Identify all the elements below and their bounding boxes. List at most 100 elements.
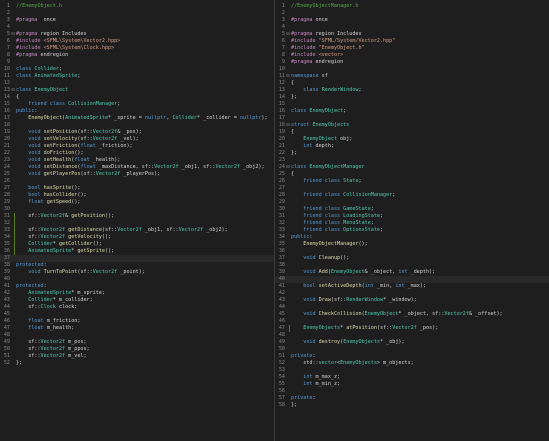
code-line[interactable]: 46 float m_friction; [0, 318, 274, 325]
code-line[interactable]: 33 friend class OptionsState; [275, 227, 549, 234]
code-line[interactable]: 45 [0, 311, 274, 318]
code-line[interactable]: 10 class Collider; [0, 66, 274, 73]
code-line[interactable]: 7 #include "EnemyObject.h" [275, 45, 549, 52]
fold-toggle-icon[interactable]: ⊟ [11, 31, 15, 38]
code-line[interactable]: 39 void Add(EnemyObject& _object, int _d… [275, 269, 549, 276]
code-line[interactable]: 21 void setFriction(float _friction); [0, 143, 274, 150]
fold-toggle-icon[interactable]: ⊟ [286, 164, 290, 171]
code-line[interactable]: 43 Collider* m_collider; [0, 297, 274, 304]
code-line[interactable]: 29 [275, 199, 549, 206]
code-line[interactable]: 19 { [275, 129, 549, 136]
code-line[interactable]: 58}; [275, 402, 549, 409]
code-line[interactable]: 47 float m_health; [0, 325, 274, 332]
code-line[interactable]: 15 [275, 101, 549, 108]
code-line[interactable]: 8 #pragma endregion [0, 52, 274, 59]
code-line[interactable]: 50 [275, 346, 549, 353]
code-line[interactable]: 5 ⊟ #pragma region Includes [0, 31, 274, 38]
code-line[interactable]: 17 [275, 115, 549, 122]
fold-toggle-icon[interactable]: ⊟ [286, 122, 290, 129]
code-line[interactable]: 24 void setDistance(float _maxDistance, … [0, 164, 274, 171]
code-line[interactable]: 40 [275, 276, 549, 283]
fold-toggle-icon[interactable]: ⊟ [286, 31, 290, 38]
code-line[interactable]: 2 [275, 10, 549, 17]
code-line[interactable]: 21 int depth; [275, 143, 549, 150]
code-line[interactable]: 48 [275, 332, 549, 339]
code-line[interactable]: 22 void doFriction(); [0, 150, 274, 157]
code-line[interactable]: 5 ⊟ #pragma region Includes [275, 31, 549, 38]
code-line[interactable]: 37 void Cleanup(); [275, 255, 549, 262]
code-line[interactable]: 12 [0, 80, 274, 87]
code-line[interactable]: 1 //EnemyObject.h [0, 3, 274, 10]
code-line[interactable]: 35 Collider* getCollider(); [0, 241, 274, 248]
code-line[interactable]: 14}; [275, 94, 549, 101]
code-line[interactable]: 42 AnimatedSprite* m_sprite; [0, 290, 274, 297]
code-line[interactable]: 39 void TurnToPoint(sf::Vector2f _point)… [0, 269, 274, 276]
code-line[interactable]: 14 { [0, 94, 274, 101]
code-line[interactable]: 11 class AnimatedSprite; [0, 73, 274, 80]
code-line[interactable]: 27 bool hasSprite(); [0, 185, 274, 192]
code-line[interactable]: 50 sf::Vector2f m_ppos; [0, 346, 274, 353]
code-line[interactable]: 36 AnimatedSprite* getSprite(); [0, 248, 274, 255]
code-line[interactable]: 41 bool setActiveDepth(int _min, int _ma… [275, 283, 549, 290]
code-line[interactable]: 37 [0, 255, 274, 262]
code-line[interactable]: 38 protected: [0, 262, 274, 269]
code-line[interactable]: 13 ⊟ class EnemyObject [0, 87, 274, 94]
code-line[interactable]: 16 class EnemyObject; [275, 108, 549, 115]
code-line[interactable]: 28 bool hasCollider(); [0, 192, 274, 199]
code-line[interactable]: 42 [275, 290, 549, 297]
code-line[interactable]: 17 EnemyObject(AnimatedSprite* _sprite =… [0, 115, 274, 122]
editor-pane-enemy-object-h[interactable]: 1//EnemyObject.h 2 3 #pragma once 4 5 ⊟ #pragma… [0, 0, 274, 441]
code-line[interactable]: 9 #pragma endregion [275, 59, 549, 66]
code-line[interactable]: 23 [275, 157, 549, 164]
code-line[interactable]: 13 class RenderWindow; [275, 87, 549, 94]
code-line[interactable]: 44 sf::Clock clock; [0, 304, 274, 311]
code-line[interactable]: 2 [0, 10, 274, 17]
code-line[interactable]: 24 ⊟ class EnemyObjectManager [275, 164, 549, 171]
code-line[interactable]: 33 sf::Vector2f getDistance(sf::Vector2f… [0, 227, 274, 234]
code-line[interactable]: 43 void Draw(sf::RenderWindow* _window); [275, 297, 549, 304]
code-line[interactable]: 6 #include <SFML\System\Vector2.hpp> [0, 38, 274, 45]
code-line[interactable]: 31 friend class LoadingState; [275, 213, 549, 220]
code-line[interactable]: 52 std::vector<EnemyObjects> m_objects; [275, 360, 549, 367]
code-line[interactable]: 34 public: [275, 234, 549, 241]
code-line[interactable]: 9 [0, 59, 274, 66]
code-line[interactable]: 40 [0, 276, 274, 283]
code-line[interactable]: 27 [275, 185, 549, 192]
code-line[interactable]: 25 { [275, 171, 549, 178]
code-line[interactable]: 51 private: [275, 353, 549, 360]
code-line[interactable]: 25 void getPlayerPos(sf::Vector2f _playe… [0, 171, 274, 178]
code-line[interactable]: 38 [275, 262, 549, 269]
code-line[interactable]: 10 [275, 66, 549, 73]
code-line[interactable]: 16 public: [0, 108, 274, 115]
code-line[interactable]: 26 [0, 178, 274, 185]
code-line[interactable]: 6 #include "SFML/System/Vector2.hpp" [275, 38, 549, 45]
code-line[interactable]: 34 sf::Vector2f getVelocity(); [0, 234, 274, 241]
code-line[interactable]: 11 ⊟ namespace sf [275, 73, 549, 80]
code-line[interactable]: 4 [0, 24, 274, 31]
editor-pane-enemy-object-manager-h[interactable]: 1//EnemyObjectManager.h 2 3 #pragma once 4 5 ⊟… [275, 0, 549, 441]
code-line[interactable]: 49 void destroy(EnemyObjects* _obj); [275, 339, 549, 346]
code-line[interactable]: 29 float getSpeed(); [0, 199, 274, 206]
code-line[interactable]: 3 #pragma once [0, 17, 274, 24]
code-line[interactable]: 19 void setPosition(sf::Vector2f& _pos); [0, 129, 274, 136]
code-line[interactable]: 7 #include <SFML\System\Clock.hpp> [0, 45, 274, 52]
code-line[interactable]: 47 EnemyObjects* atPosition(sf::Vector2f… [275, 325, 549, 332]
code-line[interactable]: 4 [275, 24, 549, 31]
code-line[interactable]: 8 #include <vector> [275, 52, 549, 59]
code-line[interactable]: 20 void setVelocity(sf::Vector2f _vel); [0, 136, 274, 143]
code-line[interactable]: 52}; [0, 360, 274, 367]
code-line[interactable]: 26 friend class State; [275, 178, 549, 185]
fold-toggle-icon[interactable]: ⊟ [286, 73, 290, 80]
code-line[interactable]: 56 [275, 388, 549, 395]
code-line[interactable]: 12 { [275, 80, 549, 87]
code-line[interactable]: 32 friend class MenuState; [275, 220, 549, 227]
fold-toggle-icon[interactable]: ⊟ [11, 87, 15, 94]
code-line[interactable]: 32 [0, 220, 274, 227]
code-line[interactable]: 54 int m_max_z; [275, 374, 549, 381]
code-line[interactable]: 3 #pragma once [275, 17, 549, 24]
code-line[interactable]: 55 int m_min_z; [275, 381, 549, 388]
code-line[interactable]: 48 [0, 332, 274, 339]
code-line[interactable]: 28 friend class CollisionManager; [275, 192, 549, 199]
code-line[interactable]: 49 sf::Vector2f m_pos; [0, 339, 274, 346]
code-line[interactable]: 31 sf::Vector2f& getPosition(); [0, 213, 274, 220]
